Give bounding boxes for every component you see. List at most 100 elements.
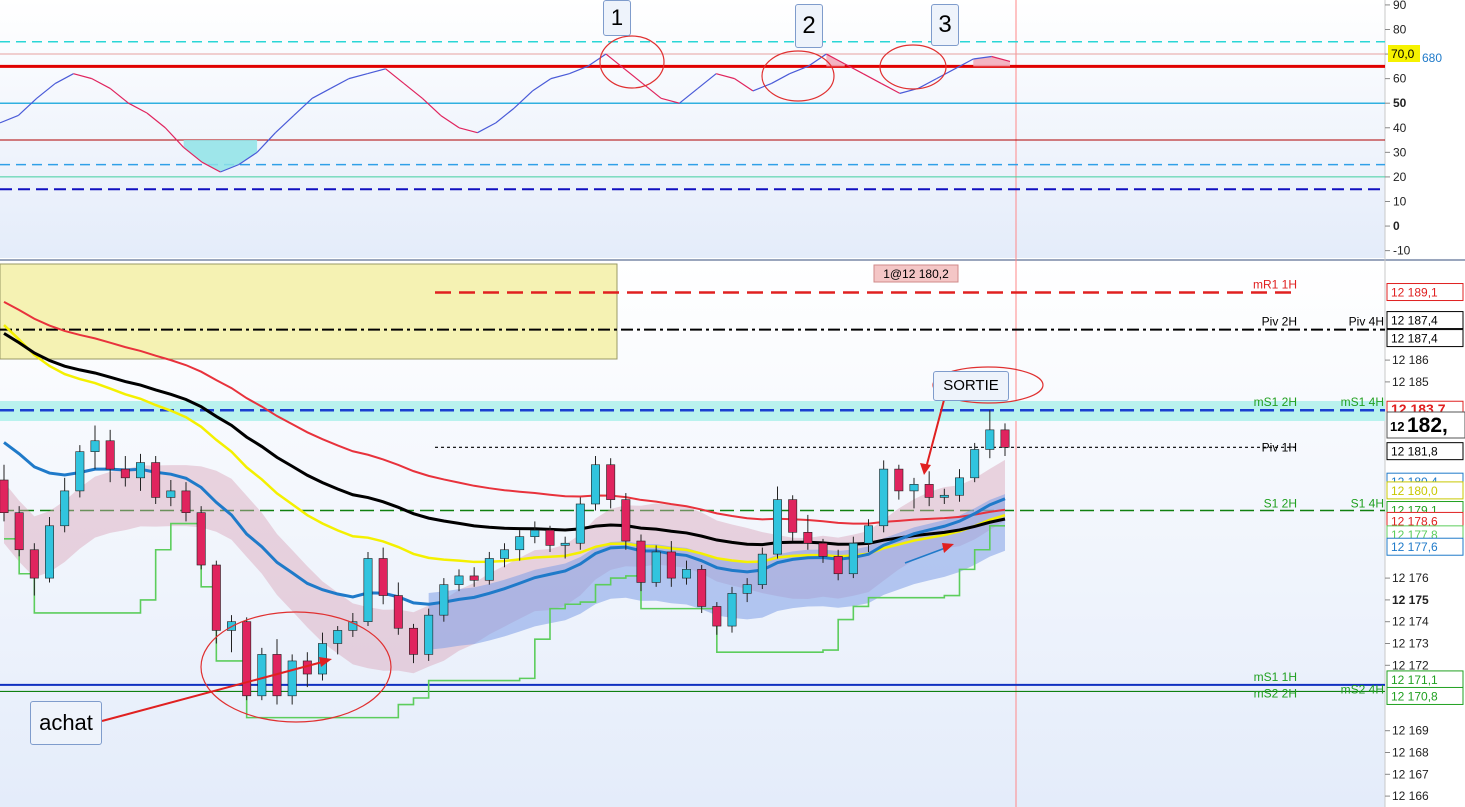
candle-body — [924, 484, 934, 498]
price-tag-label: 12 180,0 — [1391, 484, 1438, 498]
candle-body — [970, 449, 980, 479]
candle-body — [727, 593, 737, 627]
rsi-tick-label: 50 — [1393, 96, 1407, 110]
candle-body — [120, 468, 130, 479]
candle-body — [939, 494, 949, 498]
candle-body — [651, 551, 661, 583]
level-label: S1 4H — [1351, 497, 1384, 511]
candle-body — [545, 529, 555, 546]
rsi-tick-label: 20 — [1393, 170, 1407, 184]
marker-2[interactable]: 2 — [795, 4, 823, 48]
price-tag-label: 12 187,4 — [1391, 314, 1438, 328]
level-label: Piv 1H — [1262, 440, 1297, 454]
price-tag-label: 12 177,6 — [1391, 540, 1438, 554]
candle-body — [14, 512, 24, 551]
price-tag-label: 12 187,4 — [1391, 332, 1438, 346]
level-label: mS1 1H — [1254, 670, 1297, 684]
marker-3[interactable]: 3 — [931, 4, 959, 46]
resistance-zone[interactable] — [0, 263, 618, 360]
candle-body — [955, 477, 964, 496]
exit-note[interactable]: SORTIE — [933, 371, 1009, 401]
price-tag-label: 12 170,8 — [1391, 689, 1438, 703]
price-tag-label: 12 171,1 — [1391, 673, 1438, 687]
candle-body — [393, 595, 403, 629]
candle-body — [575, 503, 585, 544]
candle-body — [1000, 429, 1010, 448]
candle-body — [136, 462, 145, 479]
candle-body — [378, 558, 388, 596]
candle-body — [45, 525, 54, 579]
candle-body — [879, 468, 889, 527]
rsi-tick-label: 10 — [1393, 194, 1407, 208]
buy-note[interactable]: achat — [30, 701, 102, 745]
candle-body — [181, 490, 191, 513]
candle-body — [469, 575, 479, 581]
price-tick-label: 12 174 — [1392, 615, 1429, 629]
candle-body — [742, 584, 752, 594]
candle-body — [757, 553, 767, 585]
candle-body — [712, 606, 722, 627]
candle-body — [682, 569, 691, 579]
level-label: mS1 2H — [1254, 395, 1297, 409]
candle-body — [636, 540, 646, 583]
order-label: 1@12 180,2 — [883, 267, 949, 281]
rsi-tick-label: 60 — [1393, 72, 1407, 86]
level-label: mS2 2H — [1254, 686, 1297, 700]
candle-body — [196, 512, 206, 566]
rsi-tick-label: 0 — [1393, 219, 1400, 233]
price-tick-label: 12 173 — [1392, 637, 1429, 651]
candle-body — [864, 525, 873, 544]
candle-body — [29, 549, 39, 579]
price-tick-label: 12 185 — [1392, 375, 1429, 389]
level-label: Piv 4H — [1349, 315, 1384, 329]
candle-body — [621, 499, 631, 542]
candle-body — [0, 479, 9, 514]
candle-body — [454, 575, 464, 585]
rsi-tick-label: -10 — [1393, 244, 1411, 258]
candle-body — [363, 558, 373, 622]
candle-body — [773, 499, 782, 555]
level-label: mR1 1H — [1253, 278, 1297, 292]
candle-body — [60, 490, 70, 527]
candle-body — [666, 551, 676, 579]
level-label: mS2 4H — [1341, 682, 1384, 696]
candle-body — [788, 499, 798, 533]
price-tick-label: 12 176 — [1392, 571, 1429, 585]
level-label: mS1 4H — [1341, 395, 1384, 409]
candle-body — [833, 555, 843, 575]
candle-body — [90, 440, 100, 452]
candle-body — [287, 660, 297, 697]
candle-body — [424, 614, 434, 655]
candle-body — [75, 451, 85, 492]
current-price-prefix: 12 — [1390, 419, 1404, 434]
candle-body — [803, 532, 813, 544]
candle-body — [484, 558, 494, 581]
candle-body — [606, 464, 616, 500]
rsi-tick-label: 80 — [1393, 22, 1407, 36]
level-label: S1 2H — [1264, 497, 1297, 511]
candle-body — [985, 429, 995, 450]
marker-1[interactable]: 1 — [603, 0, 631, 36]
candle-body — [166, 490, 176, 498]
price-tag-label: 12 181,8 — [1391, 445, 1438, 459]
candle-body — [500, 549, 509, 559]
candle-body — [560, 542, 570, 546]
candle-body — [530, 529, 540, 537]
candle-body — [591, 464, 600, 505]
candle-body — [909, 484, 919, 492]
candle-body — [515, 536, 525, 551]
rsi-tick-label: 30 — [1393, 145, 1407, 159]
price-tick-label: 12 169 — [1392, 724, 1429, 738]
candle-body — [439, 584, 449, 616]
rsi-tick-label: 90 — [1393, 0, 1407, 12]
rsi-level-badge-text: 70,0 — [1391, 47, 1415, 61]
candle-body — [818, 542, 828, 557]
price-tick-label: 12 167 — [1392, 767, 1429, 781]
candle-body — [151, 462, 161, 498]
candle-body — [242, 621, 252, 697]
current-price-big: 182, — [1407, 414, 1448, 437]
price-tick-label: 12 168 — [1392, 746, 1429, 760]
candle-body — [894, 468, 904, 492]
rsi-level-side-text: 680 — [1422, 51, 1442, 65]
trading-chart[interactable]: 9080706050403020100-10 12 18612 18512 17… — [0, 0, 1465, 807]
